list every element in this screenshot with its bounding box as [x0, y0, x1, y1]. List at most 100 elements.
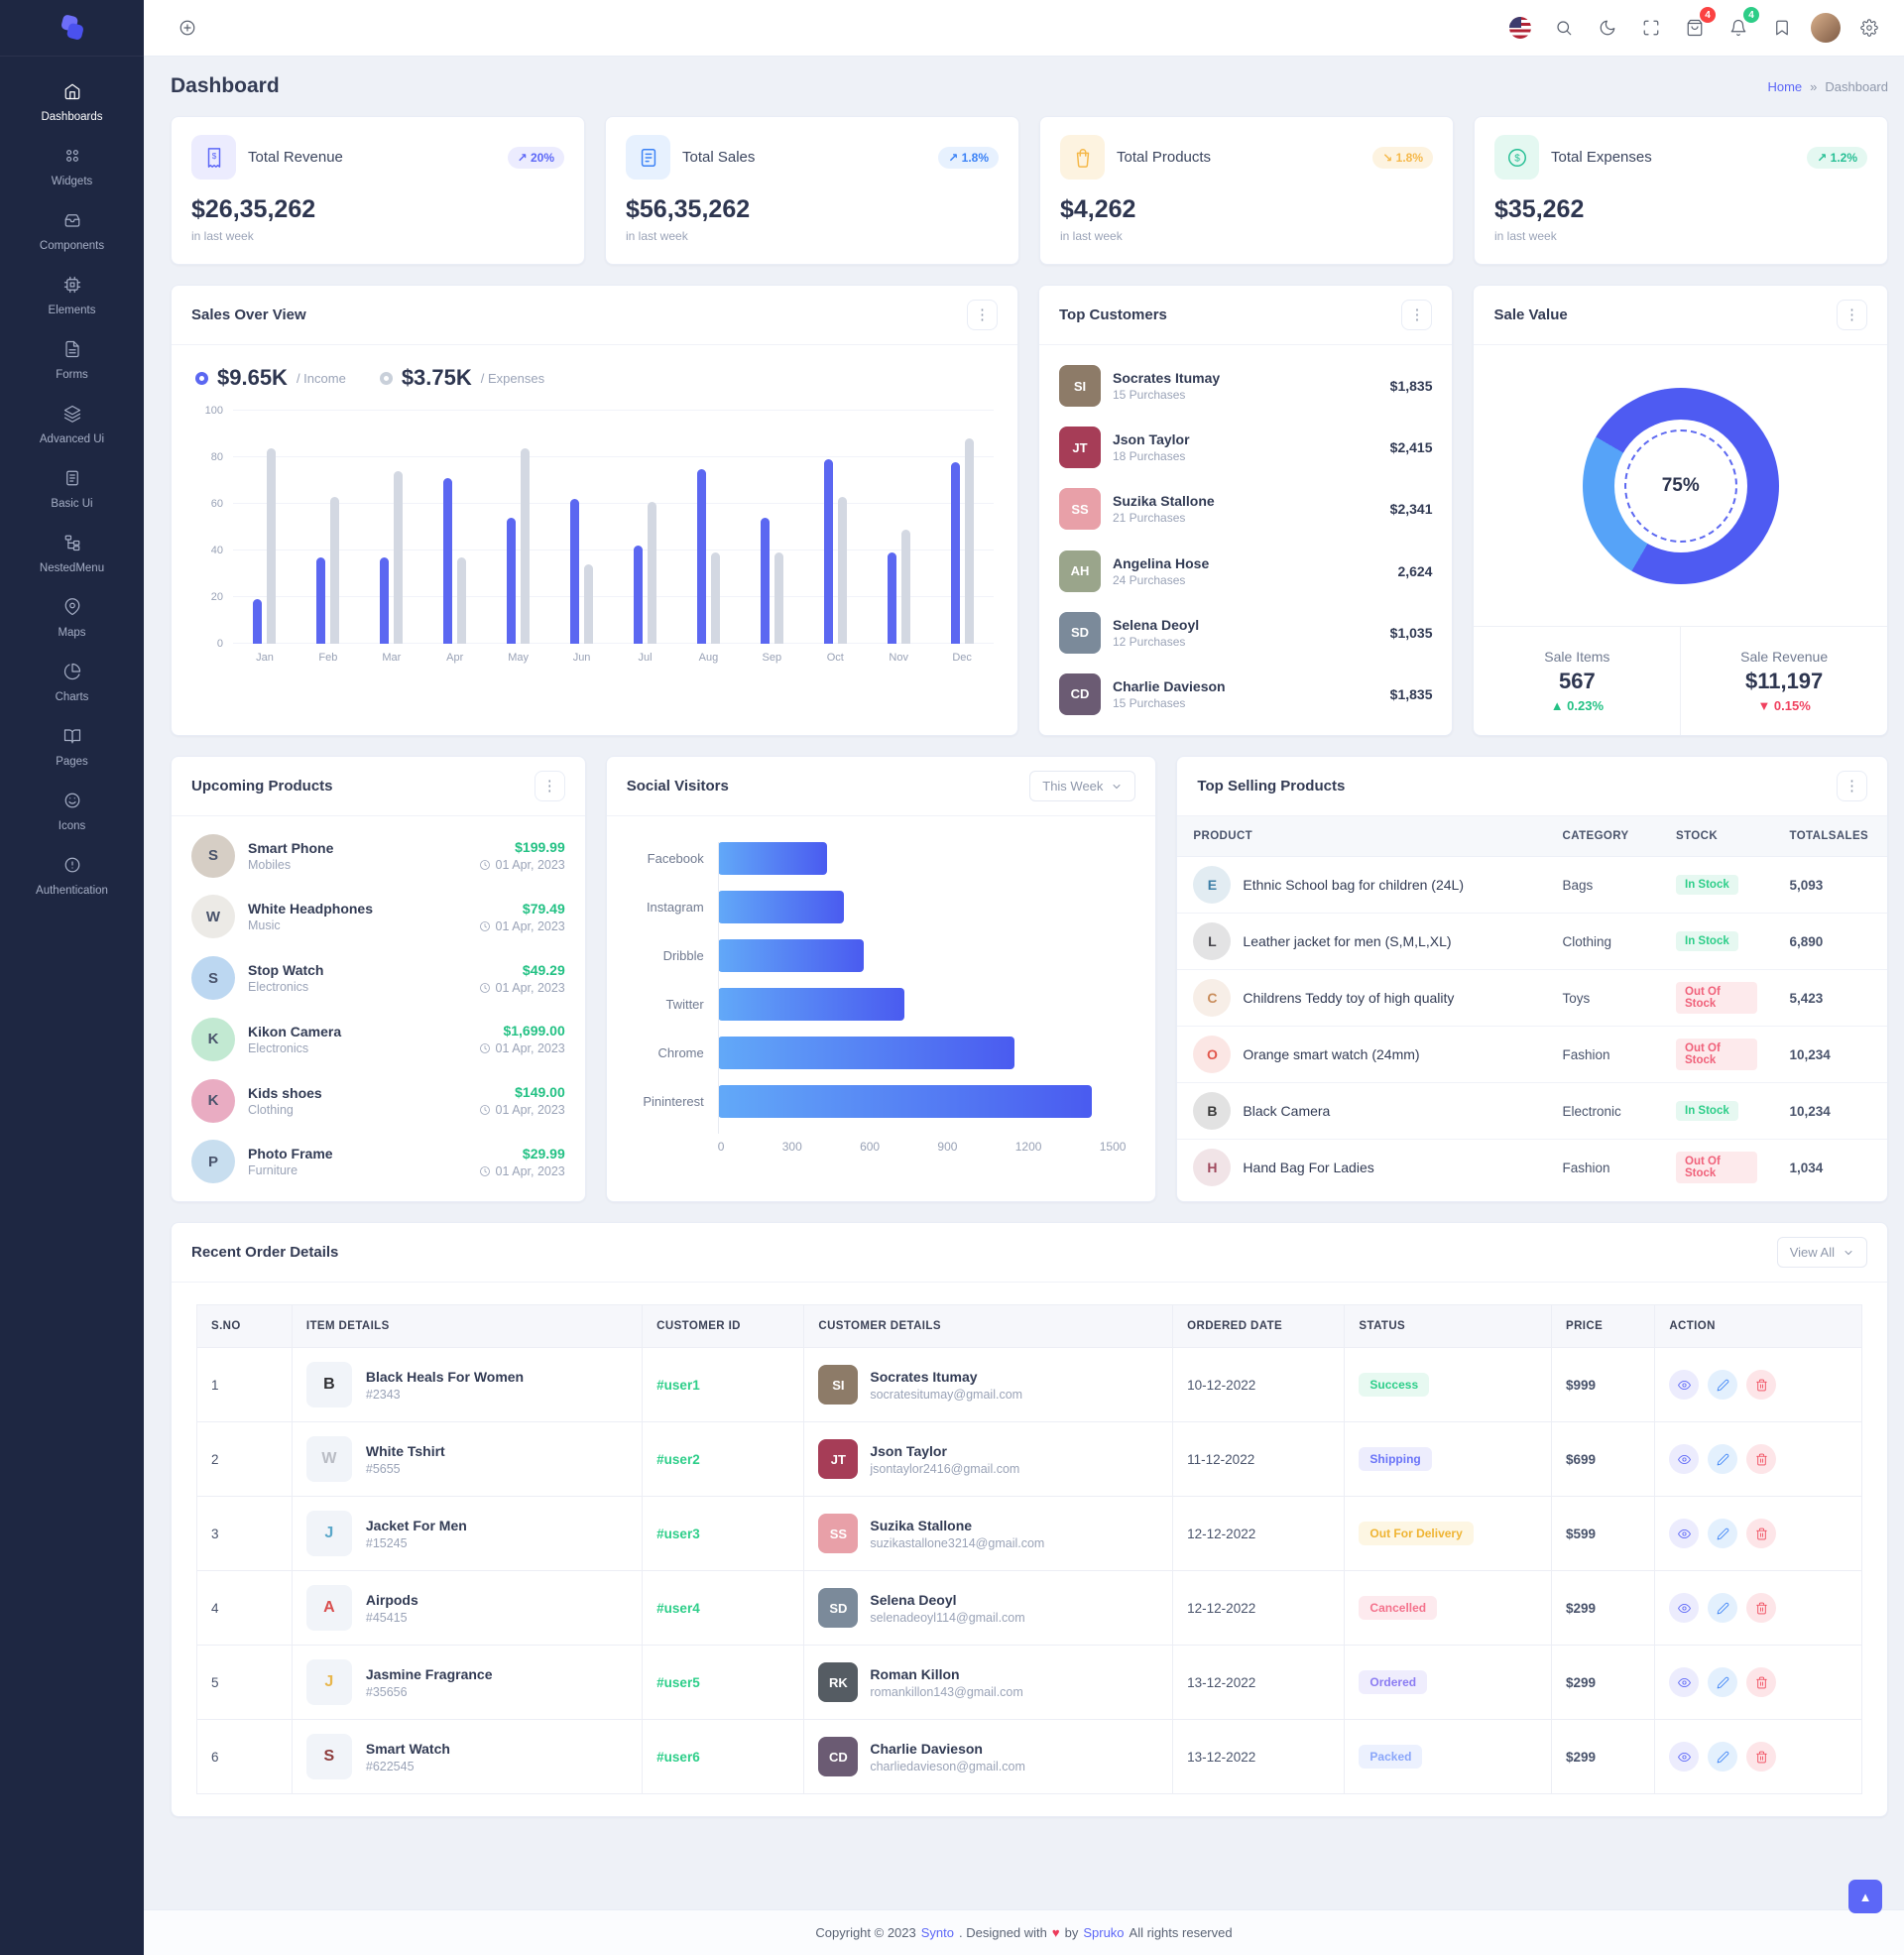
edit-button[interactable] [1708, 1593, 1738, 1623]
upcoming-products-menu-button[interactable]: ⋮ [534, 771, 565, 801]
bar-group-mar[interactable] [360, 411, 423, 644]
sale-value-menu-button[interactable]: ⋮ [1837, 300, 1867, 330]
customer-list-item[interactable]: SD Selena Deoyl 12 Purchases $1,035 [1039, 611, 1453, 654]
bar-group-jan[interactable] [233, 411, 297, 644]
sidebar-item-advanced-ui[interactable]: Advanced Ui [0, 393, 144, 457]
customer-id-link[interactable]: #user5 [656, 1675, 700, 1690]
scroll-to-top-button[interactable]: ▲ [1848, 1880, 1882, 1913]
table-row[interactable]: E Ethnic School bag for children (24L) Ba… [1177, 856, 1887, 914]
sidebar-item-basic-ui[interactable]: Basic Ui [0, 457, 144, 522]
delete-button[interactable] [1746, 1370, 1777, 1400]
sidebar-item-components[interactable]: Components [0, 199, 144, 264]
bar-group-dec[interactable] [930, 411, 994, 644]
settings-gear-icon[interactable] [1852, 11, 1886, 45]
social-visitors-filter-dropdown[interactable]: This Week [1029, 771, 1136, 801]
customer-list-item[interactable]: SI Socrates Itumay 15 Purchases $1,835 [1039, 365, 1453, 408]
delete-button[interactable] [1746, 1593, 1777, 1623]
search-icon[interactable] [1547, 11, 1581, 45]
customer-list-item[interactable]: CD Charlie Davieson 15 Purchases $1,835 [1039, 672, 1453, 715]
table-row[interactable]: L Leather jacket for men (S,M,L,XL) Cloth… [1177, 913, 1887, 970]
footer-brand-spruko[interactable]: Spruko [1083, 1925, 1124, 1940]
view-button[interactable] [1669, 1370, 1700, 1400]
breadcrumb-home[interactable]: Home [1767, 79, 1802, 94]
bar-group-jun[interactable] [550, 411, 614, 644]
upcoming-product-item[interactable]: K Kikon Camera Electronics $1,699.00 01 A… [172, 1017, 585, 1061]
top-customers-menu-button[interactable]: ⋮ [1401, 300, 1433, 330]
edit-button[interactable] [1708, 1370, 1738, 1400]
view-button[interactable] [1669, 1444, 1700, 1474]
bar-group-jul[interactable] [614, 411, 677, 644]
bar-group-oct[interactable] [803, 411, 867, 644]
user-menu[interactable] [1809, 11, 1843, 45]
social-bar-pininterest[interactable]: Pininterest [627, 1085, 1127, 1118]
dark-mode-icon[interactable] [1591, 11, 1624, 45]
bar-group-may[interactable] [487, 411, 550, 644]
edit-button[interactable] [1708, 1519, 1738, 1548]
view-button[interactable] [1669, 1519, 1700, 1548]
social-bar-twitter[interactable]: Twitter [627, 988, 1127, 1021]
sidebar-toggle-icon[interactable] [171, 11, 204, 45]
top-selling-menu-button[interactable]: ⋮ [1836, 771, 1867, 801]
bookmark-icon[interactable] [1765, 11, 1799, 45]
bar-group-nov[interactable] [867, 411, 930, 644]
delete-button[interactable] [1746, 1667, 1777, 1697]
upcoming-product-item[interactable]: P Photo Frame Furniture $29.99 01 Apr, 20… [172, 1140, 585, 1184]
sidebar-item-charts[interactable]: Charts [0, 651, 144, 715]
notifications-icon[interactable]: 4 [1722, 7, 1759, 45]
view-button[interactable] [1669, 1593, 1700, 1623]
social-bar-instagram[interactable]: Instagram [627, 891, 1127, 923]
view-button[interactable] [1669, 1667, 1700, 1697]
view-button[interactable] [1669, 1742, 1700, 1772]
delete-button[interactable] [1746, 1742, 1777, 1772]
customer-id-link[interactable]: #user3 [656, 1527, 700, 1541]
basicui-icon [63, 469, 81, 492]
edit-button[interactable] [1708, 1667, 1738, 1697]
upcoming-product-item[interactable]: S Smart Phone Mobiles $199.99 01 Apr, 202… [172, 833, 585, 878]
legend-item[interactable]: $3.75K / Expenses [379, 365, 544, 391]
customer-id-link[interactable]: #user1 [656, 1378, 700, 1393]
bar-group-sep[interactable] [740, 411, 803, 644]
sales-overview-menu-button[interactable]: ⋮ [966, 300, 998, 330]
customer-list-item[interactable]: SS Suzika Stallone 21 Purchases $2,341 [1039, 488, 1453, 531]
upcoming-product-item[interactable]: K Kids shoes Clothing $149.00 01 Apr, 202… [172, 1078, 585, 1123]
delete-button[interactable] [1746, 1519, 1777, 1548]
table-row[interactable]: H Hand Bag For Ladies Fashion Out Of Stoc… [1177, 1140, 1887, 1196]
footer-brand-synto[interactable]: Synto [921, 1925, 954, 1940]
bar-group-feb[interactable] [297, 411, 360, 644]
order-row: 3 J Jacket For Men #15245 #user3 SS Suzik… [196, 1496, 1862, 1571]
sidebar-item-widgets[interactable]: Widgets [0, 135, 144, 199]
fullscreen-icon[interactable] [1634, 11, 1668, 45]
sidebar-item-icons[interactable]: Icons [0, 780, 144, 844]
bar-group-aug[interactable] [676, 411, 740, 644]
view-all-dropdown[interactable]: View All [1776, 1237, 1867, 1268]
sidebar-item-forms[interactable]: Forms [0, 328, 144, 393]
item-image: B [305, 1362, 352, 1407]
bar-group-apr[interactable] [423, 411, 487, 644]
customer-list-item[interactable]: AH Angelina Hose 24 Purchases 2,624 [1039, 550, 1453, 592]
language-flag[interactable] [1503, 11, 1537, 45]
delete-button[interactable] [1746, 1444, 1777, 1474]
app-logo[interactable] [0, 0, 144, 57]
sidebar-item-nestedmenu[interactable]: NestedMenu [0, 522, 144, 586]
sidebar-item-pages[interactable]: Pages [0, 715, 144, 780]
legend-item[interactable]: $9.65K / Income [195, 365, 346, 391]
edit-button[interactable] [1708, 1742, 1738, 1772]
customer-list-item[interactable]: JT Json Taylor 18 Purchases $2,415 [1039, 427, 1453, 469]
customer-id-link[interactable]: #user2 [656, 1452, 700, 1467]
upcoming-product-item[interactable]: W White Headphones Music $79.49 01 Apr, 2… [172, 895, 585, 939]
upcoming-product-item[interactable]: S Stop Watch Electronics $49.29 01 Apr, 2… [172, 956, 585, 1001]
customer-id-link[interactable]: #user4 [656, 1601, 700, 1616]
social-bar-dribble[interactable]: Dribble [627, 939, 1127, 972]
table-row[interactable]: B Black Camera Electronic In Stock 10,234 [1177, 1082, 1887, 1140]
sidebar-item-dashboards[interactable]: Dashboards [0, 70, 144, 135]
sidebar-item-elements[interactable]: Elements [0, 264, 144, 328]
cart-icon[interactable]: 4 [1678, 7, 1716, 45]
customer-id-link[interactable]: #user6 [656, 1750, 700, 1765]
sidebar-item-maps[interactable]: Maps [0, 586, 144, 651]
table-row[interactable]: O Orange smart watch (24mm) Fashion Out O… [1177, 1026, 1887, 1083]
edit-button[interactable] [1708, 1444, 1738, 1474]
sidebar-item-authentication[interactable]: Authentication [0, 844, 144, 909]
social-bar-facebook[interactable]: Facebook [627, 842, 1127, 875]
social-bar-chrome[interactable]: Chrome [627, 1037, 1127, 1069]
table-row[interactable]: C Childrens Teddy toy of high quality Toy… [1177, 969, 1887, 1027]
